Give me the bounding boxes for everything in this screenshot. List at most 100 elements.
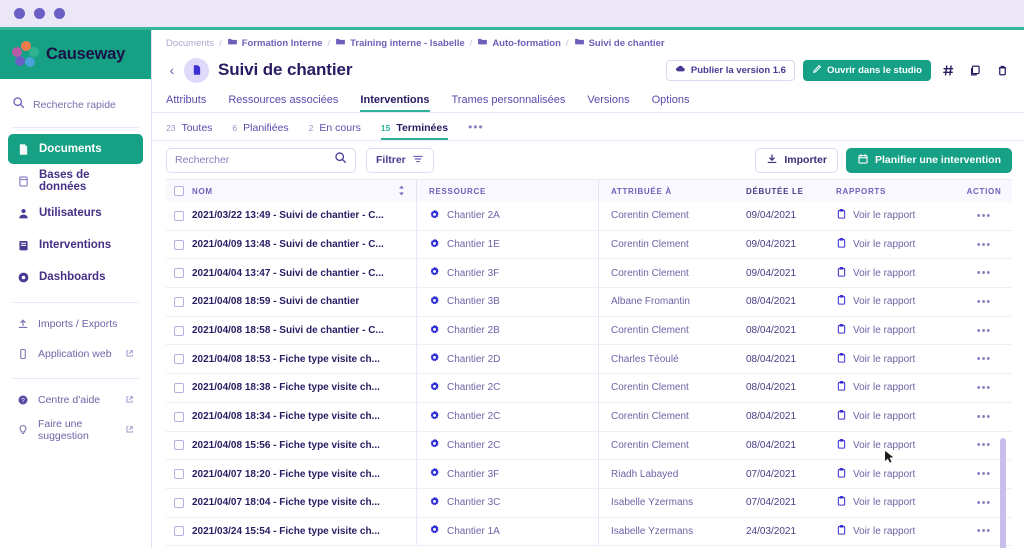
cell-rapports[interactable]: Voir le rapport <box>836 409 956 424</box>
cell-nom[interactable]: 2021/04/04 13:47 - Suivi de chantier - C… <box>192 268 416 279</box>
row-checkbox[interactable] <box>166 440 192 450</box>
cell-rapports[interactable]: Voir le rapport <box>836 208 956 223</box>
cell-rapports[interactable]: Voir le rapport <box>836 323 956 338</box>
row-action-menu[interactable]: ••• <box>956 353 1012 365</box>
row-action-menu[interactable]: ••• <box>956 325 1012 337</box>
cell-rapports[interactable]: Voir le rapport <box>836 237 956 252</box>
quick-search-input[interactable]: Recherche rapide <box>0 85 151 125</box>
row-action-menu[interactable]: ••• <box>956 267 1012 279</box>
cell-ressource[interactable]: Chantier 2A <box>416 202 598 230</box>
subtabs-more-button[interactable]: ••• <box>468 120 484 140</box>
row-checkbox[interactable] <box>166 498 192 508</box>
column-header-debutee[interactable]: DÉBUTÉE LE <box>746 187 836 196</box>
cell-nom[interactable]: 2021/04/09 13:48 - Suivi de chantier - C… <box>192 239 416 250</box>
trash-icon[interactable] <box>993 61 1012 80</box>
cell-nom[interactable]: 2021/04/07 18:20 - Fiche type visite ch.… <box>192 469 416 480</box>
column-header-attribuee[interactable]: ATTRIBUÉE À <box>598 180 746 202</box>
filter-button[interactable]: Filtrer <box>366 148 434 173</box>
sidebar-item-faire-suggestion[interactable]: Faire une suggestion <box>8 415 143 444</box>
table-row[interactable]: 2021/04/07 18:04 - Fiche type visite ch.… <box>166 489 1012 518</box>
import-button[interactable]: Importer <box>755 148 838 173</box>
cell-rapports[interactable]: Voir le rapport <box>836 467 956 482</box>
row-checkbox[interactable] <box>166 326 192 336</box>
cell-nom[interactable]: 2021/04/08 18:34 - Fiche type visite ch.… <box>192 411 416 422</box>
cell-nom[interactable]: 2021/04/08 18:58 - Suivi de chantier - C… <box>192 325 416 336</box>
tab-trames-personnalisees[interactable]: Trames personnalisées <box>452 94 566 112</box>
row-action-menu[interactable]: ••• <box>956 210 1012 222</box>
cell-ressource[interactable]: Chantier 2B <box>416 317 598 345</box>
sidebar-item-imports-exports[interactable]: Imports / Exports <box>8 309 143 338</box>
row-checkbox[interactable] <box>166 240 192 250</box>
cell-ressource[interactable]: Chantier 2C <box>416 374 598 402</box>
column-header-nom[interactable]: NOM <box>192 185 416 198</box>
sidebar-item-interventions[interactable]: Interventions <box>8 230 143 260</box>
sidebar-item-utilisateurs[interactable]: Utilisateurs <box>8 198 143 228</box>
vertical-scrollbar[interactable] <box>1000 438 1006 548</box>
tab-options[interactable]: Options <box>652 94 690 112</box>
row-action-menu[interactable]: ••• <box>956 239 1012 251</box>
cell-nom[interactable]: 2021/04/08 18:59 - Suivi de chantier <box>192 296 416 307</box>
row-checkbox[interactable] <box>166 526 192 536</box>
cell-ressource[interactable]: Chantier 3C <box>416 489 598 517</box>
table-row[interactable]: 2021/03/22 13:49 - Suivi de chantier - C… <box>166 202 1012 231</box>
window-minimize-dot[interactable] <box>34 8 45 19</box>
row-checkbox[interactable] <box>166 354 192 364</box>
sidebar-item-application-web[interactable]: Application web <box>8 339 143 368</box>
cell-rapports[interactable]: Voir le rapport <box>836 380 956 395</box>
cell-rapports[interactable]: Voir le rapport <box>836 294 956 309</box>
table-row[interactable]: 2021/03/24 15:54 - Fiche type visite ch.… <box>166 518 1012 547</box>
breadcrumb-item-formation-interne[interactable]: Formation Interne <box>227 36 323 50</box>
cell-rapports[interactable]: Voir le rapport <box>836 266 956 281</box>
select-all-checkbox[interactable] <box>166 186 192 196</box>
sidebar-item-bases-de-donnees[interactable]: Bases de données <box>8 166 143 196</box>
open-in-studio-button[interactable]: Ouvrir dans le studio <box>803 60 931 81</box>
cell-rapports[interactable]: Voir le rapport <box>836 524 956 539</box>
row-checkbox[interactable] <box>166 297 192 307</box>
copy-icon[interactable] <box>966 61 985 80</box>
row-action-menu[interactable]: ••• <box>956 411 1012 423</box>
subtab-toutes[interactable]: 23 Toutes <box>166 122 212 140</box>
row-checkbox[interactable] <box>166 412 192 422</box>
chevron-left-icon[interactable]: ‹ <box>164 62 180 78</box>
brand-header[interactable]: Causeway <box>0 30 151 79</box>
cell-nom[interactable]: 2021/03/24 15:54 - Fiche type visite ch.… <box>192 526 416 537</box>
plan-intervention-button[interactable]: Planifier une intervention <box>846 148 1012 173</box>
cell-ressource[interactable]: Chantier 2C <box>416 432 598 460</box>
cell-ressource[interactable]: Chantier 3B <box>416 288 598 316</box>
cell-ressource[interactable]: Chantier 3F <box>416 460 598 488</box>
window-maximize-dot[interactable] <box>54 8 65 19</box>
breadcrumb-item-training-interne[interactable]: Training interne - Isabelle <box>335 36 465 50</box>
cell-nom[interactable]: 2021/04/08 15:56 - Fiche type visite ch.… <box>192 440 416 451</box>
table-row[interactable]: 2021/04/08 18:58 - Suivi de chantier - C… <box>166 317 1012 346</box>
row-checkbox[interactable] <box>166 383 192 393</box>
cell-ressource[interactable]: Chantier 3F <box>416 259 598 287</box>
subtab-en-cours[interactable]: 2 En cours <box>309 122 361 140</box>
row-action-menu[interactable]: ••• <box>956 296 1012 308</box>
cell-ressource[interactable]: Chantier 1A <box>416 518 598 546</box>
table-row[interactable]: 2021/04/08 18:34 - Fiche type visite ch.… <box>166 403 1012 432</box>
cell-nom[interactable]: 2021/04/08 18:53 - Fiche type visite ch.… <box>192 354 416 365</box>
cell-ressource[interactable]: Chantier 2D <box>416 345 598 373</box>
breadcrumb-item-auto-formation[interactable]: Auto-formation <box>477 36 561 50</box>
column-header-ressource[interactable]: RESSOURCE <box>416 180 598 202</box>
breadcrumb-item-suivi-de-chantier[interactable]: Suivi de chantier <box>574 36 665 50</box>
tab-interventions[interactable]: Interventions <box>360 94 429 112</box>
sidebar-item-documents[interactable]: Documents <box>8 134 143 164</box>
sort-icon[interactable] <box>397 185 406 198</box>
table-row[interactable]: 2021/04/08 18:59 - Suivi de chantierChan… <box>166 288 1012 317</box>
cell-ressource[interactable]: Chantier 2C <box>416 403 598 431</box>
row-checkbox[interactable] <box>166 469 192 479</box>
row-checkbox[interactable] <box>166 211 192 221</box>
cell-nom[interactable]: 2021/03/22 13:49 - Suivi de chantier - C… <box>192 210 416 221</box>
tab-versions[interactable]: Versions <box>587 94 629 112</box>
sidebar-item-dashboards[interactable]: Dashboards <box>8 262 143 292</box>
hash-icon[interactable] <box>939 61 958 80</box>
subtab-planifiees[interactable]: 6 Planifiées <box>232 122 288 140</box>
search-input[interactable]: Rechercher <box>166 148 356 173</box>
cell-nom[interactable]: 2021/04/07 18:04 - Fiche type visite ch.… <box>192 497 416 508</box>
cell-rapports[interactable]: Voir le rapport <box>836 495 956 510</box>
breadcrumb-item-documents[interactable]: Documents <box>166 38 214 49</box>
table-row[interactable]: 2021/04/09 13:48 - Suivi de chantier - C… <box>166 231 1012 260</box>
cell-ressource[interactable]: Chantier 1E <box>416 231 598 259</box>
table-row[interactable]: 2021/04/08 18:53 - Fiche type visite ch.… <box>166 345 1012 374</box>
